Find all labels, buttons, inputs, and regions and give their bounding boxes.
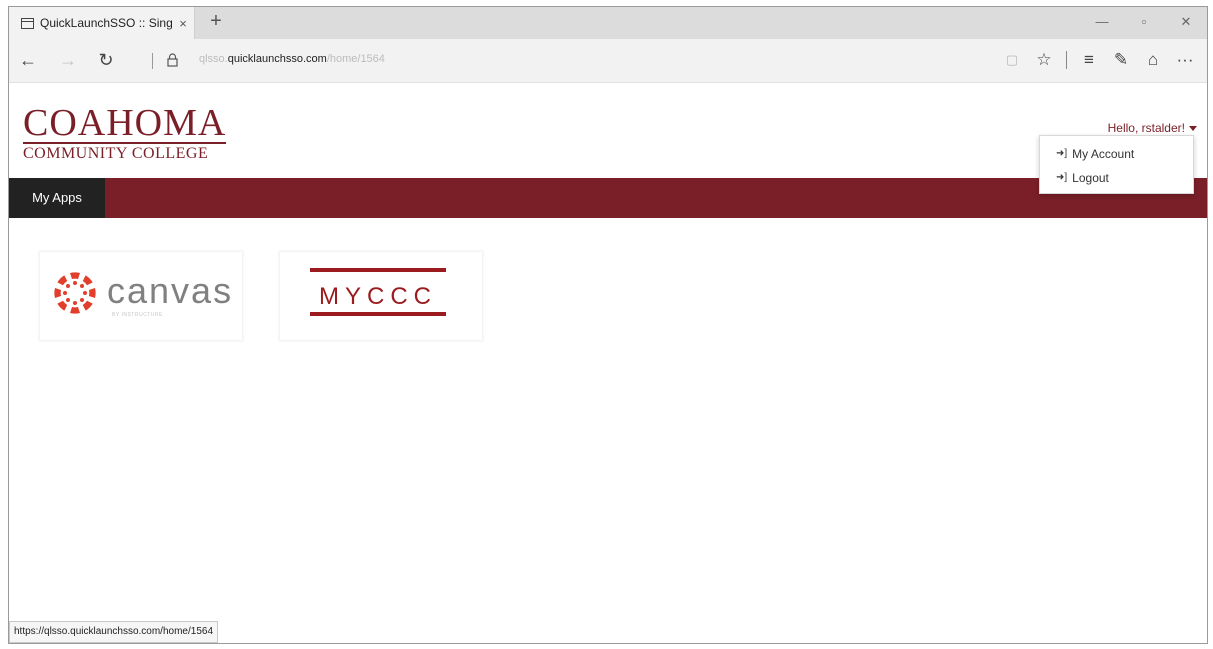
menu-item-my-account[interactable]: ➜] My Account	[1040, 142, 1193, 166]
favorite-star-icon[interactable]: ☆	[1028, 47, 1060, 73]
caret-down-icon	[1189, 126, 1197, 132]
tab-my-apps[interactable]: My Apps	[9, 178, 105, 218]
user-menu-toggle[interactable]: Hello, rstalder!	[1108, 121, 1197, 135]
site-header: COAHOMA COMMUNITY COLLEGE Hello, rstalde…	[9, 83, 1207, 178]
college-logo[interactable]: COAHOMA COMMUNITY COLLEGE	[23, 102, 227, 163]
app-tile-myccc[interactable]: MYCCC	[279, 251, 483, 341]
divider	[152, 53, 153, 69]
canvas-tagline: BY INSTRUCTURE	[112, 312, 163, 318]
close-tab-icon[interactable]: ×	[172, 16, 194, 31]
menu-item-logout[interactable]: ➜] Logout	[1040, 166, 1193, 190]
greeting-text: Hello, rstalder!	[1107, 121, 1185, 135]
status-bar-url: https://qlsso.quicklaunchsso.com/home/15…	[9, 621, 218, 643]
logo-main-text: COAHOMA	[23, 102, 227, 144]
main-nav-bar: My Apps	[9, 178, 1207, 218]
web-note-icon[interactable]: ✎	[1105, 47, 1137, 73]
back-arrow-icon[interactable]: ←	[15, 47, 41, 73]
browser-tab[interactable]: QuickLaunchSSO :: Sing ×	[9, 7, 195, 39]
logo-sub-text: COMMUNITY COLLEGE	[23, 145, 209, 162]
menu-item-label: Logout	[1072, 171, 1109, 185]
myccc-top-rule	[310, 268, 446, 272]
divider	[1066, 51, 1067, 69]
page-icon	[21, 17, 34, 29]
menu-item-label: My Account	[1072, 147, 1135, 161]
share-icon[interactable]: ⌂	[1137, 47, 1169, 73]
canvas-wordmark: canvas	[107, 270, 234, 311]
lock-icon	[167, 53, 178, 67]
myccc-wordmark: MYCCC	[319, 283, 437, 310]
myccc-bottom-rule	[310, 312, 446, 316]
refresh-icon[interactable]: ↻	[93, 47, 119, 73]
hub-icon[interactable]: ≡	[1073, 47, 1105, 73]
address-toolbar: ← → ↻ qlsso.quicklaunchsso.com/home/1564…	[9, 39, 1207, 83]
sign-in-icon: ➜]	[1056, 172, 1068, 183]
minimize-icon[interactable]: —	[1081, 7, 1123, 39]
sign-in-icon: ➜]	[1056, 148, 1068, 159]
user-dropdown-menu: ➜] My Account ➜] Logout	[1039, 135, 1194, 194]
url-field[interactable]: qlsso.quicklaunchsso.com/home/1564	[199, 53, 385, 65]
restore-icon[interactable]: ▫	[1123, 7, 1165, 39]
app-tile-canvas[interactable]: canvas BY INSTRUCTURE	[39, 251, 243, 341]
new-tab-button[interactable]: +	[205, 10, 227, 34]
close-window-icon[interactable]: ✕	[1165, 7, 1207, 39]
tab-strip: QuickLaunchSSO :: Sing × + — ▫ ✕	[9, 7, 1207, 39]
canvas-logo-icon	[54, 272, 96, 314]
tab-title: QuickLaunchSSO :: Sing	[40, 16, 172, 30]
reading-view-icon[interactable]: ▢	[996, 47, 1028, 73]
forward-arrow-icon[interactable]: →	[55, 47, 81, 73]
more-icon[interactable]: ···	[1169, 47, 1201, 73]
browser-window: QuickLaunchSSO :: Sing × + — ▫ ✕ ← → ↻ q…	[8, 6, 1208, 644]
